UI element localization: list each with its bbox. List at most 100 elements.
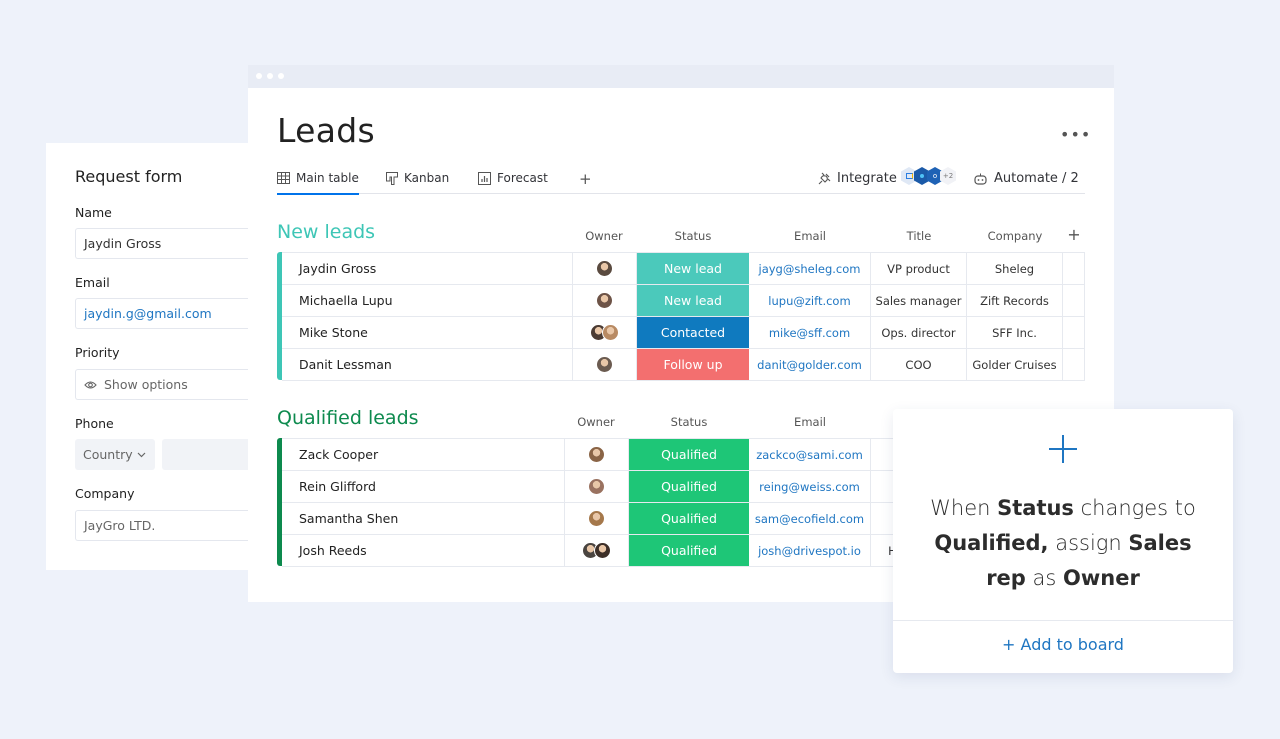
company-cell[interactable]: SFF Inc. [967, 317, 1063, 348]
column-header-status[interactable]: Status [637, 229, 749, 243]
email-cell[interactable]: danit@golder.com [749, 349, 871, 380]
status-cell[interactable]: Qualified [629, 503, 749, 534]
status-cell[interactable]: Follow up [637, 349, 749, 380]
lead-name-cell[interactable]: Samantha Shen [282, 503, 565, 534]
group-title-new-leads[interactable]: New leads [277, 221, 375, 243]
add-to-board-button[interactable]: + Add to board [893, 635, 1233, 654]
table-row[interactable]: Michaella Lupu New lead lupu@zift.com Sales… [282, 285, 1085, 317]
name-value: Jaydin Gross [84, 236, 162, 251]
chart-icon [478, 171, 491, 185]
owner-avatars[interactable] [588, 510, 605, 527]
country-select[interactable]: Country [75, 439, 155, 470]
empty-cell[interactable] [1063, 349, 1085, 380]
owner-avatars[interactable] [588, 446, 605, 463]
table-row[interactable]: Samantha Shen Qualified sam@ecofield.com [282, 503, 922, 535]
chevron-down-icon [137, 452, 146, 457]
tab-main-table[interactable]: Main table [277, 171, 359, 195]
title-cell[interactable]: Sales manager [871, 285, 967, 316]
automation-description: When Status changes to Qualified, assign… [913, 491, 1213, 596]
table-row[interactable]: Jaydin Gross New lead jayg@sheleg.com VP pr… [282, 253, 1085, 285]
email-cell[interactable]: josh@drivespot.io [749, 535, 871, 566]
plug-icon [818, 172, 831, 184]
owner-avatars[interactable] [596, 292, 613, 309]
email-cell[interactable]: jayg@sheleg.com [749, 253, 871, 284]
email-cell[interactable]: lupu@zift.com [749, 285, 871, 316]
automation-text: assign [1048, 531, 1129, 555]
form-title: Request form [75, 167, 183, 186]
table-row[interactable]: Danit Lessman Follow up danit@golder.com CO… [282, 349, 1085, 381]
company-cell[interactable]: Sheleg [967, 253, 1063, 284]
tab-kanban[interactable]: Kanban [386, 171, 449, 185]
add-column-button[interactable]: + [1063, 225, 1085, 244]
status-cell[interactable]: Qualified [629, 439, 749, 470]
status-cell[interactable]: Contacted [637, 317, 749, 348]
owner-cell[interactable] [565, 535, 629, 566]
lead-name-cell[interactable]: Zack Cooper [282, 439, 565, 470]
lead-name-cell[interactable]: Michaella Lupu [282, 285, 573, 316]
owner-cell[interactable] [565, 439, 629, 470]
tab-forecast[interactable]: Forecast [478, 171, 548, 185]
owner-cell[interactable] [565, 503, 629, 534]
more-options-icon[interactable]: ••• [1060, 125, 1091, 144]
company-cell[interactable]: Zift Records [967, 285, 1063, 316]
table-row[interactable]: Zack Cooper Qualified zackco@sami.com [282, 439, 922, 471]
table-row[interactable]: Josh ReedsQualifiedjosh@drivespot.ioHe [282, 535, 922, 567]
phone-label: Phone [75, 416, 114, 431]
lead-name-cell[interactable]: Danit Lessman [282, 349, 573, 380]
owner-cell[interactable] [573, 285, 637, 316]
email-cell[interactable]: sam@ecofield.com [749, 503, 871, 534]
empty-cell[interactable] [1063, 253, 1085, 284]
owner-avatars[interactable] [590, 324, 619, 341]
lead-name-cell[interactable]: Josh Reeds [282, 535, 565, 566]
integrate-button[interactable]: Integrate [817, 171, 897, 186]
owner-avatars[interactable] [588, 478, 605, 495]
owner-cell[interactable] [573, 253, 637, 284]
automate-button[interactable]: Automate / 2 [974, 171, 1079, 186]
window-dot [256, 73, 262, 79]
column-header-owner[interactable]: Owner [565, 415, 627, 429]
status-cell[interactable]: New lead [637, 253, 749, 284]
empty-cell[interactable] [1063, 317, 1085, 348]
tab-label: Kanban [404, 171, 450, 185]
owner-cell[interactable] [573, 349, 637, 380]
owner-avatars[interactable] [596, 260, 613, 277]
status-cell[interactable]: Qualified [629, 471, 749, 502]
column-header-email[interactable]: Email [749, 415, 871, 429]
priority-field[interactable]: Show options [75, 369, 248, 400]
automation-text: changes to [1073, 496, 1196, 520]
title-cell[interactable]: Ops. director [871, 317, 967, 348]
automation-keyword: Qualified, [934, 531, 1049, 555]
title-cell[interactable]: VP product [871, 253, 967, 284]
company-cell[interactable]: Golder Cruises [967, 349, 1063, 380]
status-cell[interactable]: New lead [637, 285, 749, 316]
email-cell[interactable]: mike@sff.com [749, 317, 871, 348]
email-field[interactable]: jaydin.g@gmail.com [75, 298, 248, 329]
lead-name-cell[interactable]: Jaydin Gross [282, 253, 573, 284]
add-view-button[interactable]: + [579, 170, 592, 188]
email-cell[interactable]: reing@weiss.com [749, 471, 871, 502]
phone-field[interactable] [162, 439, 248, 470]
name-field[interactable]: Jaydin Gross [75, 228, 248, 259]
owner-cell[interactable] [573, 317, 637, 348]
empty-cell[interactable] [1063, 285, 1085, 316]
lead-name-cell[interactable]: Rein Glifford [282, 471, 565, 502]
column-header-company[interactable]: Company [967, 229, 1063, 243]
email-cell[interactable]: zackco@sami.com [749, 439, 871, 470]
column-header-title[interactable]: Title [871, 229, 967, 243]
owner-cell[interactable] [565, 471, 629, 502]
status-cell[interactable]: Qualified [629, 535, 749, 566]
column-header-owner[interactable]: Owner [573, 229, 635, 243]
owner-avatars[interactable] [596, 356, 613, 373]
lead-name-cell[interactable]: Mike Stone [282, 317, 573, 348]
column-header-email[interactable]: Email [749, 229, 871, 243]
title-cell[interactable]: COO [871, 349, 967, 380]
integration-icons[interactable]: o +2 [901, 167, 956, 185]
automation-text: as [1025, 566, 1063, 590]
column-header-status[interactable]: Status [629, 415, 749, 429]
company-field[interactable]: JayGro LTD. [75, 510, 248, 541]
table-row[interactable]: Mike Stone Contacted mike@sff.com Ops. dire… [282, 317, 1085, 349]
table-row[interactable]: Rein Glifford Qualified reing@weiss.com [282, 471, 922, 503]
plus-icon[interactable] [1049, 435, 1077, 463]
owner-avatars[interactable] [582, 542, 611, 559]
group-title-qualified-leads[interactable]: Qualified leads [277, 407, 419, 429]
